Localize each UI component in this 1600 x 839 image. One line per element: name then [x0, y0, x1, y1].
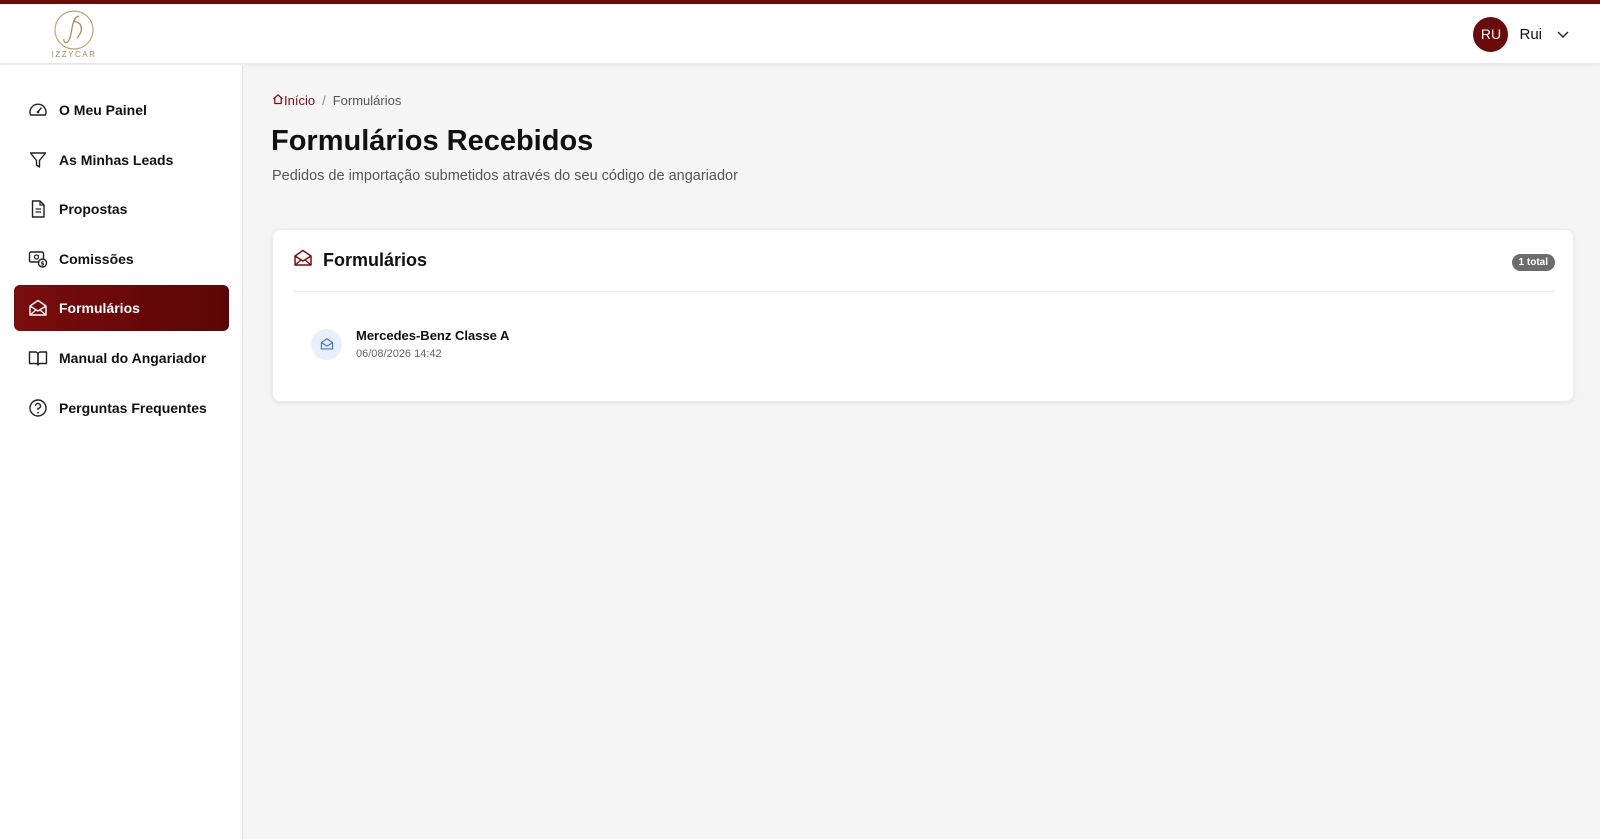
chevron-down-icon[interactable] — [1556, 27, 1570, 41]
list-item[interactable]: Mercedes-Benz Classe A 06/08/2026 14:42 — [311, 328, 509, 360]
breadcrumb-home-link[interactable]: Início — [272, 93, 315, 108]
sidebar-item-label: Manual do Angariador — [59, 350, 207, 366]
user-name[interactable]: Rui — [1519, 26, 1542, 43]
breadcrumb-separator: / — [322, 93, 326, 108]
sidebar-item-label: As Minhas Leads — [59, 152, 174, 168]
sidebar: O Meu Painel As Minhas Leads Propostas $… — [0, 65, 243, 839]
money-icon: $ — [28, 249, 48, 269]
sidebar-item-label: O Meu Painel — [59, 102, 147, 118]
sidebar-item-label: Perguntas Frequentes — [59, 400, 207, 416]
mail-open-icon — [293, 248, 313, 273]
mail-open-icon — [311, 328, 342, 360]
breadcrumb-current: Formulários — [332, 93, 402, 108]
filter-icon — [28, 150, 48, 170]
logo-monogram-icon — [54, 10, 94, 50]
page-title: Formulários Recebidos — [271, 125, 594, 157]
user-menu[interactable]: RU Rui — [1473, 16, 1570, 52]
sidebar-item-label: Propostas — [59, 201, 128, 217]
sidebar-item-propostas[interactable]: Propostas — [14, 186, 229, 232]
list-item-title: Mercedes-Benz Classe A — [356, 328, 510, 343]
card-title: Formulários — [323, 250, 428, 270]
sidebar-item-formularios[interactable]: Formulários — [14, 285, 229, 331]
sidebar-item-label: Formulários — [59, 300, 140, 316]
book-icon — [28, 348, 48, 368]
breadcrumb: Início / Formulários — [272, 93, 401, 108]
home-icon — [272, 93, 284, 108]
help-circle-icon — [28, 398, 48, 418]
sidebar-item-dashboard[interactable]: O Meu Painel — [14, 87, 229, 133]
sidebar-item-faq[interactable]: Perguntas Frequentes — [14, 385, 229, 431]
sidebar-item-comissoes[interactable]: $ Comissões — [14, 236, 229, 282]
app-header: IZZYCAR RU Rui — [0, 4, 1600, 64]
sidebar-item-manual[interactable]: Manual do Angariador — [14, 335, 229, 381]
card-header: Formulários 1 total — [293, 230, 1555, 292]
main-content: Início / Formulários Formulários Recebid… — [243, 65, 1600, 839]
avatar[interactable]: RU — [1473, 16, 1509, 52]
page-subtitle: Pedidos de importação submetidos através… — [272, 168, 738, 184]
dashboard-gauge-icon — [28, 100, 48, 120]
izzycar-logo[interactable]: IZZYCAR — [49, 8, 99, 64]
breadcrumb-home-label: Início — [284, 93, 316, 108]
document-icon — [28, 199, 48, 219]
mail-open-icon — [28, 298, 48, 318]
forms-card: Formulários 1 total Mercedes-Benz Classe… — [272, 229, 1574, 402]
list-item-date: 06/08/2026 14:42 — [356, 348, 442, 360]
sidebar-item-leads[interactable]: As Minhas Leads — [14, 137, 229, 183]
sidebar-item-label: Comissões — [59, 251, 134, 267]
svg-text:$: $ — [40, 261, 44, 268]
count-badge: 1 total — [1511, 254, 1555, 271]
logo-text: IZZYCAR — [51, 50, 97, 59]
